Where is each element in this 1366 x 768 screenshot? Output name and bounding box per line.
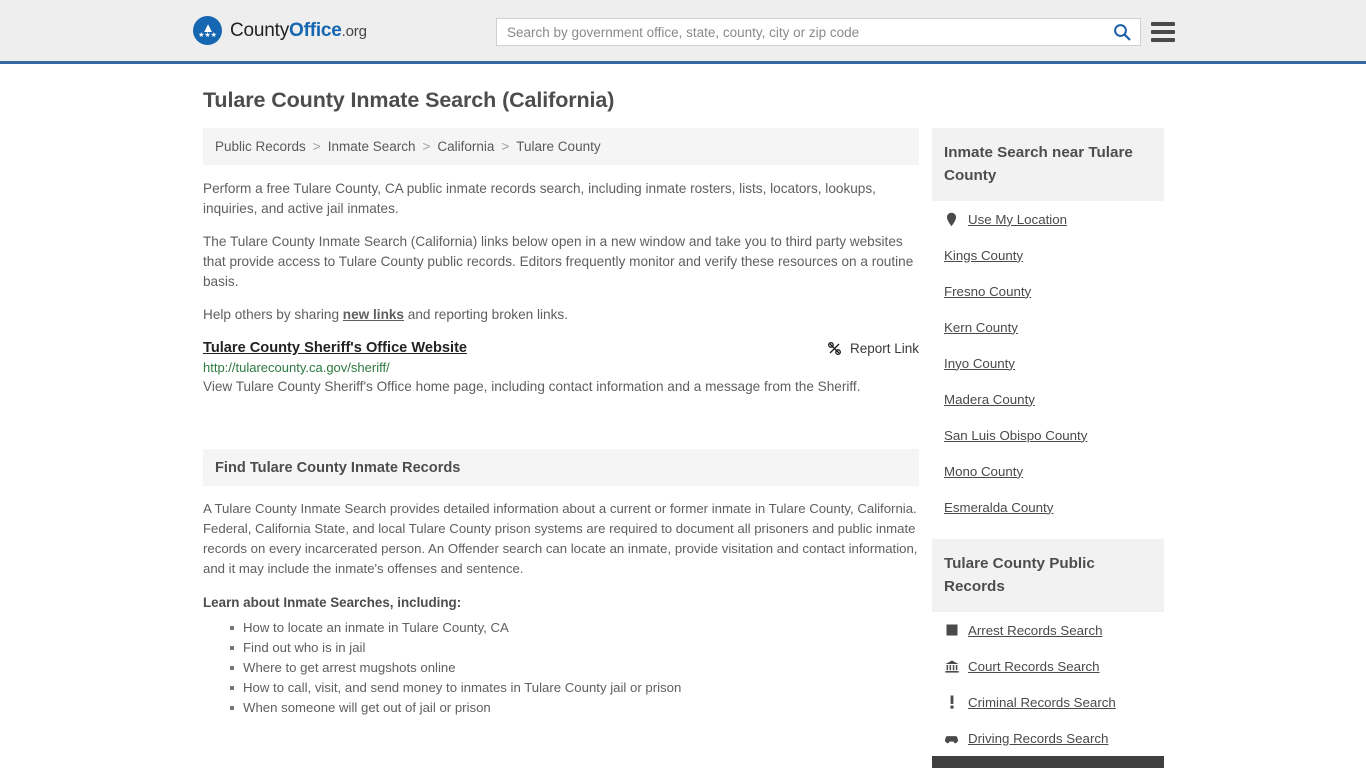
sidebar-link[interactable]: Criminal Records Search <box>968 695 1116 710</box>
sidebar-link[interactable]: San Luis Obispo County <box>944 428 1087 443</box>
result-url[interactable]: http://tularecounty.ca.gov/sheriff/ <box>203 360 919 375</box>
logo-text: CountyOffice.org <box>230 20 367 42</box>
nearby-panel: Inmate Search near Tulare County Use My … <box>932 128 1164 525</box>
list-item: When someone will get out of jail or pri… <box>230 698 919 718</box>
sidebar-item-fresno-county[interactable]: Fresno County <box>932 273 1164 309</box>
result-title-link[interactable]: Tulare County Sheriff's Office Website <box>203 340 467 356</box>
sidebar-item-esmeralda-county[interactable]: Esmeralda County <box>932 489 1164 525</box>
sidebar-item-arrest-records-search[interactable]: Arrest Records Search <box>932 612 1164 648</box>
breadcrumb-separator: > <box>312 139 321 154</box>
share-text-after: and reporting broken links. <box>404 307 568 322</box>
logo-text-part3: .org <box>341 22 367 40</box>
list-item: How to locate an inmate in Tulare County… <box>230 618 919 638</box>
eagle-seal-icon: ▲ ★★★ <box>193 16 222 45</box>
intro-paragraph-2: The Tulare County Inmate Search (Califor… <box>203 234 914 289</box>
content-row: Public Records > Inmate Search > Califor… <box>0 128 1366 768</box>
sidebar-item-kern-county[interactable]: Kern County <box>932 309 1164 345</box>
list-item: Where to get arrest mugshots online <box>230 658 919 678</box>
breadcrumb-separator: > <box>501 139 510 154</box>
search-box[interactable] <box>496 18 1141 46</box>
find-records-heading: Find Tulare County Inmate Records <box>203 449 919 486</box>
sidebar-item-driving-records-search[interactable]: Driving Records Search <box>932 720 1164 756</box>
public-records-list: Arrest Records Search Court Records Sear… <box>932 612 1164 768</box>
sidebar-item-mono-county[interactable]: Mono County <box>932 453 1164 489</box>
intro-paragraph-1: Perform a free Tulare County, CA public … <box>203 181 876 216</box>
breadcrumb-item-inmate-search[interactable]: Inmate Search <box>328 139 416 154</box>
main-column: Public Records > Inmate Search > Califor… <box>203 128 919 768</box>
courthouse-icon <box>944 658 959 674</box>
list-item: Find out who is in jail <box>230 638 919 658</box>
map-pin-icon <box>944 211 959 227</box>
hamburger-bar <box>1151 38 1175 42</box>
nearby-panel-heading: Inmate Search near Tulare County <box>932 128 1164 201</box>
nearby-list: Use My Location Kings County Fresno Coun… <box>932 201 1164 525</box>
sidebar-item-inmate-search[interactable]: Inmate Search <box>932 756 1164 768</box>
page-title: Tulare County Inmate Search (California) <box>203 88 615 112</box>
sidebar-link[interactable]: Use My Location <box>968 212 1067 227</box>
fingerprint-icon <box>944 622 959 638</box>
car-icon <box>944 730 959 746</box>
breadcrumb-separator: > <box>422 139 431 154</box>
link-result: Tulare County Sheriff's Office Website R… <box>203 340 919 397</box>
public-records-heading: Tulare County Public Records <box>932 539 1164 612</box>
sidebar-item-use-my-location[interactable]: Use My Location <box>932 201 1164 237</box>
sidebar-link[interactable]: Mono County <box>944 464 1023 479</box>
search-button[interactable] <box>1104 19 1140 45</box>
breadcrumb-item-tulare-county: Tulare County <box>516 139 601 154</box>
sidebar-item-madera-county[interactable]: Madera County <box>932 381 1164 417</box>
sidebar-item-kings-county[interactable]: Kings County <box>932 237 1164 273</box>
public-records-panel: Tulare County Public Records Arrest Reco… <box>932 539 1164 768</box>
sidebar-link[interactable]: Arrest Records Search <box>968 623 1103 638</box>
site-logo[interactable]: ▲ ★★★ CountyOffice.org <box>193 16 367 45</box>
new-links-link[interactable]: new links <box>343 307 404 322</box>
breadcrumb: Public Records > Inmate Search > Califor… <box>203 128 919 165</box>
result-description: View Tulare County Sheriff's Office home… <box>203 379 861 394</box>
site-header: ▲ ★★★ CountyOffice.org <box>0 0 1366 64</box>
share-text-before: Help others by sharing <box>203 307 343 322</box>
sidebar-link[interactable]: Fresno County <box>944 284 1031 299</box>
report-link-label: Report Link <box>849 341 919 356</box>
link-result-header: Tulare County Sheriff's Office Website R… <box>203 340 919 356</box>
search-input[interactable] <box>497 19 1104 45</box>
sidebar-item-inyo-county[interactable]: Inyo County <box>932 345 1164 381</box>
sidebar-link[interactable]: Kings County <box>944 248 1023 263</box>
intro-paragraph-3: Help others by sharing new links and rep… <box>203 305 919 325</box>
sidebar-link[interactable]: Driving Records Search <box>968 731 1108 746</box>
sidebar-link[interactable]: Kern County <box>944 320 1018 335</box>
search-icon <box>1114 24 1131 41</box>
sidebar-item-court-records-search[interactable]: Court Records Search <box>932 648 1164 684</box>
logo-text-part1: County <box>230 19 290 41</box>
sidebar-link[interactable]: Madera County <box>944 392 1035 407</box>
sidebar: Inmate Search near Tulare County Use My … <box>932 128 1164 768</box>
hamburger-bar <box>1151 30 1175 34</box>
exclamation-icon <box>944 694 959 710</box>
page-body: Tulare County Inmate Search (California)… <box>0 64 1366 768</box>
hamburger-bar <box>1151 22 1175 26</box>
learn-about-title: Learn about Inmate Searches, including: <box>203 595 462 610</box>
sidebar-link[interactable]: Esmeralda County <box>944 500 1053 515</box>
learn-about-list: How to locate an inmate in Tulare County… <box>203 618 919 718</box>
intro-text: Perform a free Tulare County, CA public … <box>203 165 919 325</box>
hamburger-menu-icon[interactable] <box>1151 20 1175 44</box>
logo-text-part2: Office <box>289 19 342 41</box>
list-item: How to call, visit, and send money to in… <box>230 678 919 698</box>
find-records-paragraph: A Tulare County Inmate Search provides d… <box>203 501 918 576</box>
breadcrumb-item-public-records[interactable]: Public Records <box>215 139 306 154</box>
sidebar-item-criminal-records-search[interactable]: Criminal Records Search <box>932 684 1164 720</box>
report-link-button[interactable]: Report Link <box>827 340 919 356</box>
find-records-body: A Tulare County Inmate Search provides d… <box>203 486 919 718</box>
sidebar-link[interactable]: Inyo County <box>944 356 1015 371</box>
sidebar-item-san-luis-obispo-county[interactable]: San Luis Obispo County <box>932 417 1164 453</box>
broken-link-icon <box>827 342 841 355</box>
sidebar-link[interactable]: Court Records Search <box>968 659 1100 674</box>
breadcrumb-item-california[interactable]: California <box>437 139 494 154</box>
